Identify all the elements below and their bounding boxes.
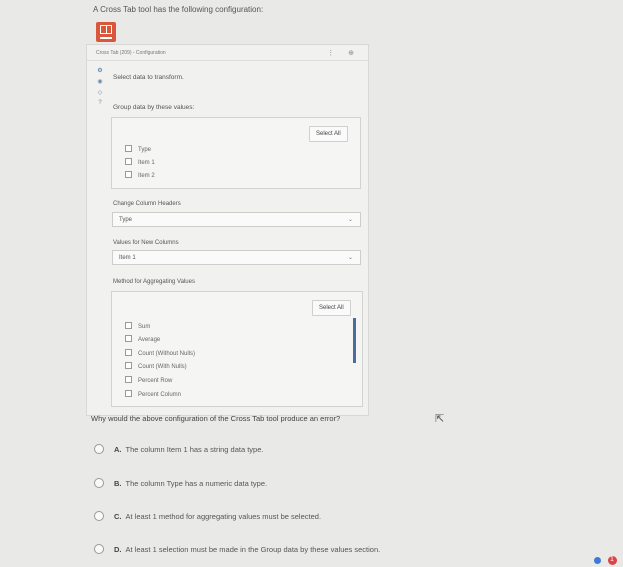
option-c[interactable]: C. At least 1 method for aggregating valu… — [94, 511, 321, 521]
method-label: Method for Aggregating Values — [113, 279, 195, 285]
question-text: Why would the above configuration of the… — [91, 414, 341, 423]
select-data-text: Select data to transform. — [113, 74, 184, 81]
group-item-item-1[interactable]: Item 1 — [125, 158, 155, 166]
panel-header: Cross Tab (209) - Configuration ⋮ ⊕ — [87, 45, 368, 61]
radio-button[interactable] — [94, 511, 104, 521]
help-icon[interactable]: ? — [95, 100, 105, 106]
method-scrollbar[interactable] — [353, 318, 356, 363]
radio-button[interactable] — [94, 444, 104, 454]
change-headers-label: Change Column Headers — [113, 201, 181, 207]
checkbox[interactable] — [125, 390, 132, 397]
tray-notification-badge[interactable]: 1 — [608, 556, 617, 565]
chevron-down-icon: ⌄ — [347, 217, 353, 223]
side-toolbar: ⚙ ◉ ◇ ? — [95, 67, 105, 111]
option-b[interactable]: B. The column Type has a numeric data typ… — [94, 478, 267, 488]
method-count-with-nulls[interactable]: Count (With Nulls) — [125, 362, 187, 370]
group-item-type[interactable]: Type — [125, 145, 151, 153]
group-data-label: Group data by these values: — [113, 104, 195, 111]
checkbox[interactable] — [125, 349, 132, 356]
method-select-all-button[interactable]: Select All — [312, 300, 351, 316]
new-columns-label: Values for New Columns — [113, 240, 179, 246]
option-a[interactable]: A. The column Item 1 has a string data ty… — [94, 444, 264, 454]
method-count-without-nulls[interactable]: Count (Without Nulls) — [125, 349, 195, 357]
checkbox[interactable] — [125, 362, 132, 369]
method-percent-column[interactable]: Percent Column — [125, 390, 181, 398]
chevron-down-icon: ⌄ — [347, 255, 353, 261]
settings-icon[interactable]: ⚙ — [95, 67, 105, 74]
panel-title: Cross Tab (209) - Configuration — [96, 50, 166, 56]
intro-text: A Cross Tab tool has the following confi… — [93, 5, 264, 14]
checkbox[interactable] — [125, 158, 132, 165]
radio-button[interactable] — [94, 478, 104, 488]
mouse-cursor-icon: ⇱ — [435, 413, 445, 425]
checkbox[interactable] — [125, 335, 132, 342]
target-icon[interactable]: ◉ — [95, 78, 105, 85]
group-item-item-2[interactable]: Item 2 — [125, 171, 155, 179]
group-select-all-button[interactable]: Select All — [309, 126, 348, 142]
tray-chrome-icon[interactable] — [594, 557, 601, 564]
checkbox[interactable] — [125, 145, 132, 152]
method-average[interactable]: Average — [125, 335, 160, 343]
change-headers-select[interactable]: Type ⌄ — [112, 212, 361, 227]
method-sum[interactable]: Sum — [125, 322, 150, 330]
cross-tab-tool-icon — [96, 22, 116, 42]
option-d[interactable]: D. At least 1 selection must be made in t… — [94, 544, 380, 554]
method-percent-row[interactable]: Percent Row — [125, 376, 172, 384]
tag-icon[interactable]: ◇ — [95, 89, 105, 96]
checkbox[interactable] — [125, 171, 132, 178]
panel-header-icons[interactable]: ⋮ ⊕ — [327, 49, 360, 57]
new-columns-select[interactable]: Item 1 ⌄ — [112, 250, 361, 265]
radio-button[interactable] — [94, 544, 104, 554]
checkbox[interactable] — [125, 376, 132, 383]
checkbox[interactable] — [125, 322, 132, 329]
